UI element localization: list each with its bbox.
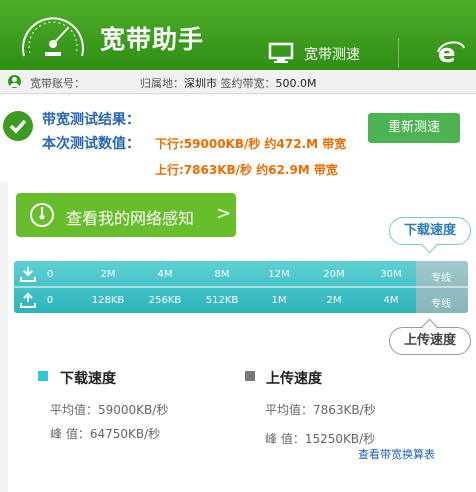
upload-stats-title: 上传速度 (266, 371, 322, 387)
download-stats-title: 下载速度 (60, 371, 116, 387)
download-result: 下行:59000KB/秒 约472.M 带宽 (155, 137, 347, 151)
upload-tick: 专线 (431, 299, 451, 310)
speedometer-logo-icon (22, 17, 84, 57)
browser-icon[interactable]: e (436, 38, 466, 66)
app-header: 宽带助手 宽带测速 e (0, 0, 476, 70)
download-speed-bubble[interactable]: 下载速度 (389, 217, 471, 245)
header-divider (398, 38, 399, 68)
download-average: 平均值：59000KB/秒 (50, 403, 169, 417)
download-tick: 专线 (431, 273, 451, 284)
monitor-icon (268, 42, 294, 63)
network-perception-label: 查看我的网络感知 (66, 209, 195, 228)
upload-tick: 0 (46, 295, 54, 306)
account-label: 宽带账号： (30, 77, 85, 90)
bandwidth-value: 500.0M (275, 77, 317, 90)
nav-speedtest-label: 宽带测速 (304, 47, 360, 63)
download-tick: 30M (380, 269, 402, 280)
location-value: 深圳市 (184, 77, 217, 90)
upload-average: 平均值：7863KB/秒 (265, 403, 376, 417)
account-bar: 宽带账号： 归属地：深圳市 签约带宽：500.0M (0, 70, 476, 94)
upload-tick: 4M (383, 295, 399, 306)
upload-tick: 128KB (91, 295, 125, 306)
upload-peak: 峰 值：15250KB/秒 (265, 432, 376, 446)
scale-divider (14, 286, 468, 288)
result-values-label: 本次测试数值： (42, 136, 140, 152)
download-legend-swatch (38, 371, 48, 381)
download-peak: 峰 值：64750KB/秒 (50, 427, 161, 441)
upload-legend-swatch (245, 371, 255, 381)
download-tick: 12M (268, 269, 290, 280)
nav-speedtest[interactable]: 宽带测速 (266, 38, 396, 66)
upload-result: 上行:7863KB/秒 约62.9M 带宽 (155, 163, 338, 177)
chevron-right-icon: > (216, 203, 232, 224)
network-perception-button[interactable]: 查看我的网络感知 > (16, 193, 236, 237)
upload-speed-bubble[interactable]: 上传速度 (389, 327, 471, 355)
upload-tick: 256KB (148, 295, 182, 306)
upload-icon (20, 292, 36, 308)
location-label: 归属地： (140, 77, 184, 90)
result-title: 带宽测试结果： (42, 112, 140, 128)
location-info: 归属地：深圳市 签约带宽：500.0M (140, 75, 316, 91)
bandwidth-conversion-link[interactable]: 查看带宽换算表 (358, 446, 435, 462)
download-tick: 0 (46, 269, 54, 280)
check-icon (3, 111, 33, 141)
download-tick: 2M (100, 269, 116, 280)
upload-tick: 512KB (205, 295, 239, 306)
upload-tick: 1M (271, 295, 287, 306)
download-tick: 8M (214, 269, 230, 280)
speed-scale: 0 2M 4M 8M 12M 20M 30M 专线 0 128KB 256KB … (14, 261, 468, 313)
bandwidth-label: 签约带宽： (220, 77, 276, 90)
download-tick: 4M (157, 269, 173, 280)
user-icon (8, 75, 21, 88)
upload-tick: 2M (326, 295, 342, 306)
retest-button[interactable]: 重新测速 (368, 113, 460, 143)
app-title: 宽带助手 (100, 25, 205, 54)
download-tick: 20M (323, 269, 345, 280)
dial-icon (30, 203, 54, 227)
result-panel: 带宽测试结果： 本次测试数值： 下行:59000KB/秒 约472.M 带宽 上… (0, 95, 476, 182)
download-icon (20, 267, 36, 282)
